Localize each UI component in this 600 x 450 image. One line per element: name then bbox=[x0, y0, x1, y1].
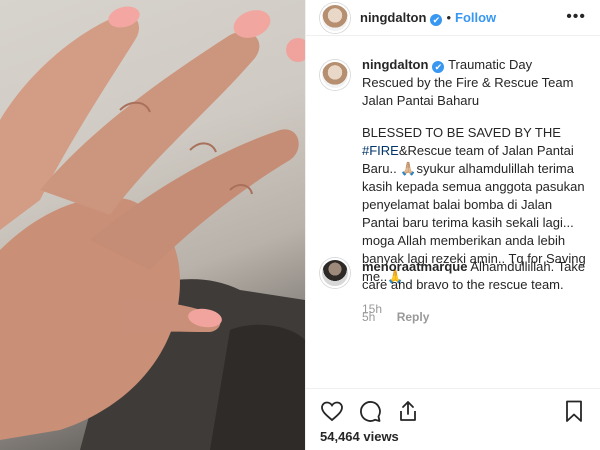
comment-meta: 5h Reply bbox=[362, 308, 586, 326]
comment-text: menoraatmarque Alhamdullillah. Take care… bbox=[362, 258, 586, 326]
reply-button[interactable]: Reply bbox=[397, 310, 430, 324]
follow-button[interactable]: Follow bbox=[455, 10, 496, 25]
verified-badge-icon: ✔ bbox=[432, 61, 445, 73]
heart-icon[interactable] bbox=[320, 399, 344, 423]
caption-avatar[interactable] bbox=[320, 60, 350, 90]
comment-row: menoraatmarque Alhamdullillah. Take care… bbox=[306, 258, 600, 326]
post-side-panel: ningdalton ✔ • Follow ••• ningdalton ✔ Tra… bbox=[305, 0, 600, 450]
hashtag-link[interactable]: #FIRE bbox=[362, 143, 399, 158]
view-count[interactable]: 54,464 views bbox=[320, 429, 586, 444]
separator-dot: • bbox=[446, 10, 451, 25]
comment-icon[interactable] bbox=[358, 399, 382, 423]
comment-timestamp[interactable]: 5h bbox=[362, 310, 375, 324]
bookmark-icon[interactable] bbox=[562, 399, 586, 423]
share-icon[interactable] bbox=[396, 399, 420, 423]
action-bar: 54,464 views bbox=[306, 388, 600, 444]
author-username[interactable]: ningdalton ✔ bbox=[360, 10, 443, 26]
post-photo[interactable] bbox=[0, 0, 305, 450]
action-icons bbox=[320, 397, 586, 425]
post-header: ningdalton ✔ • Follow ••• bbox=[306, 0, 600, 36]
more-options-icon[interactable]: ••• bbox=[566, 8, 586, 26]
caption-username[interactable]: ningdalton ✔ bbox=[362, 57, 448, 73]
commenter-username[interactable]: menoraatmarque bbox=[362, 259, 467, 274]
verified-badge-icon: ✔ bbox=[430, 13, 443, 26]
commenter-avatar[interactable] bbox=[320, 258, 350, 288]
author-avatar[interactable] bbox=[320, 2, 350, 33]
instagram-post: ningdalton ✔ • Follow ••• ningdalton ✔ Tra… bbox=[0, 0, 600, 450]
hand-photo-illustration bbox=[0, 6, 305, 450]
